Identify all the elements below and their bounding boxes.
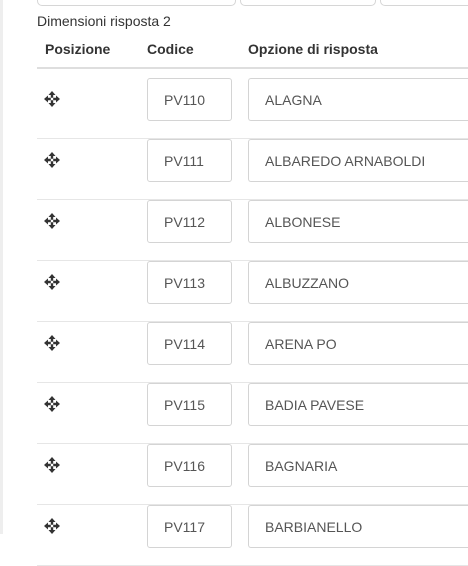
code-input[interactable] <box>147 200 232 243</box>
table-row <box>37 200 468 261</box>
option-input[interactable] <box>248 322 468 365</box>
option-input[interactable] <box>248 261 468 304</box>
code-input[interactable] <box>147 383 232 426</box>
previous-input-2[interactable] <box>240 0 376 6</box>
option-input[interactable] <box>248 505 468 548</box>
code-input[interactable] <box>147 505 232 548</box>
header-option: Opzione di risposta <box>248 41 378 57</box>
table-row <box>37 444 468 505</box>
code-input[interactable] <box>147 139 232 182</box>
move-arrows-icon[interactable] <box>44 213 60 229</box>
move-arrows-icon[interactable] <box>44 457 60 473</box>
move-arrows-icon[interactable] <box>44 518 60 534</box>
header-divider <box>37 67 468 69</box>
previous-input-3[interactable] <box>380 0 468 6</box>
move-arrows-icon[interactable] <box>44 396 60 412</box>
code-input[interactable] <box>147 444 232 487</box>
code-input[interactable] <box>147 261 232 304</box>
code-input[interactable] <box>147 78 232 121</box>
move-arrows-icon[interactable] <box>44 152 60 168</box>
move-arrows-icon[interactable] <box>44 274 60 290</box>
option-input[interactable] <box>248 444 468 487</box>
option-input[interactable] <box>248 200 468 243</box>
move-arrows-icon[interactable] <box>44 91 60 107</box>
table-row <box>37 322 468 383</box>
header-code: Codice <box>147 41 194 57</box>
option-input[interactable] <box>248 383 468 426</box>
section-title: Dimensioni risposta 2 <box>37 13 171 29</box>
code-input[interactable] <box>147 322 232 365</box>
previous-input-1[interactable] <box>37 0 236 6</box>
option-input[interactable] <box>248 78 468 121</box>
option-input[interactable] <box>248 139 468 182</box>
move-arrows-icon[interactable] <box>44 335 60 351</box>
table-row <box>37 139 468 200</box>
left-border <box>0 0 3 534</box>
table-row <box>37 505 468 566</box>
table-row <box>37 383 468 444</box>
header-position: Posizione <box>45 41 111 57</box>
table-row <box>37 261 468 322</box>
table-row <box>37 78 468 139</box>
